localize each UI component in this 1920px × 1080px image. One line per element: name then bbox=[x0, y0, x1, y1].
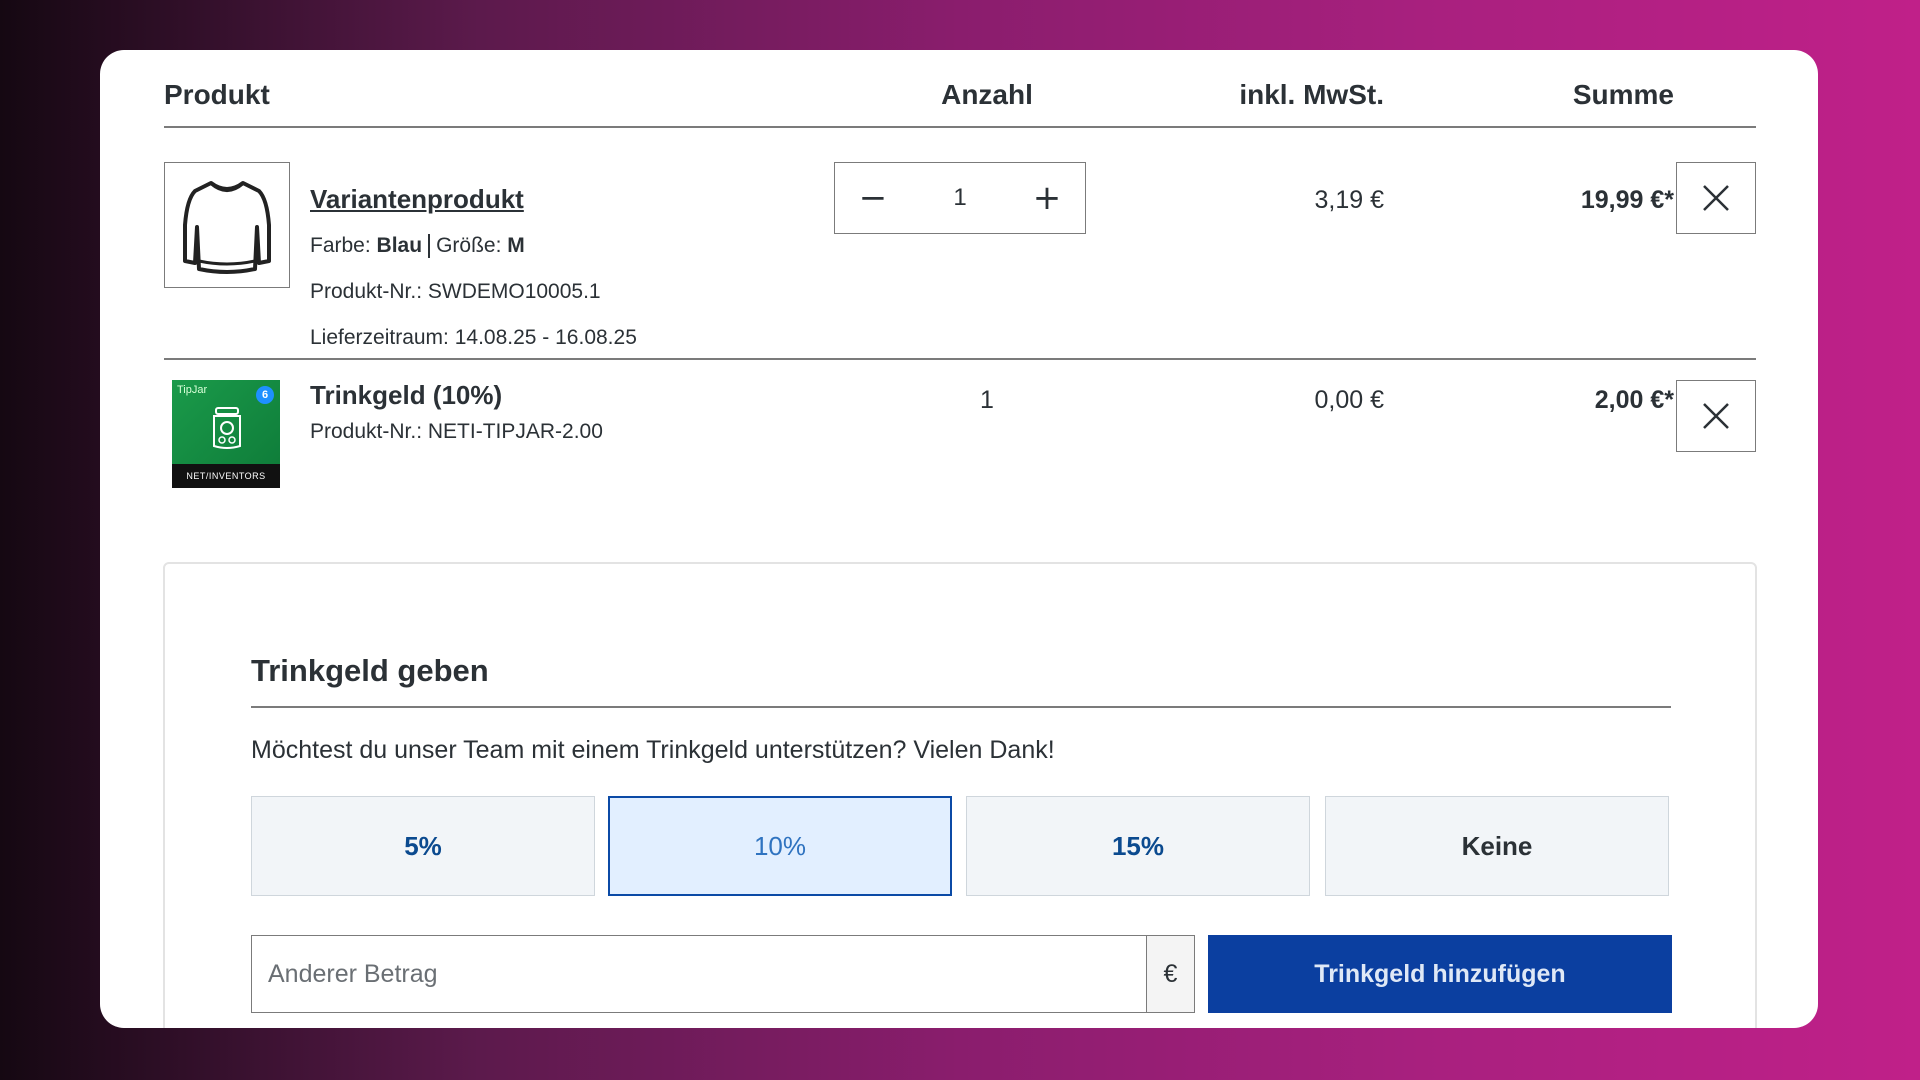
line-total: 19,99 €* bbox=[1580, 186, 1674, 214]
tip-option-none[interactable]: Keine bbox=[1325, 796, 1669, 896]
tip-jar-icon bbox=[213, 407, 241, 449]
product-number: Produkt-Nr.: NETI-TIPJAR-2.00 bbox=[310, 420, 603, 443]
thumb-label-top: TipJar bbox=[177, 384, 208, 396]
close-icon bbox=[1703, 403, 1729, 429]
quantity-value[interactable]: 1 bbox=[953, 184, 966, 212]
tip-panel: Trinkgeld geben Möchtest du unser Team m… bbox=[163, 562, 1757, 1028]
product-thumbnail[interactable] bbox=[164, 162, 290, 288]
tip-description: Möchtest du unser Team mit einem Trinkge… bbox=[251, 736, 1055, 764]
header-vat: inkl. MwSt. bbox=[1239, 79, 1384, 110]
table-header: Produkt Anzahl inkl. MwSt. Summe bbox=[164, 50, 1756, 128]
variant-divider bbox=[428, 234, 431, 259]
color-value: Blau bbox=[376, 234, 423, 257]
custom-amount-input[interactable] bbox=[252, 936, 1146, 1012]
decrease-quantity-button[interactable]: − bbox=[853, 178, 893, 218]
quantity-stepper: − 1 + bbox=[834, 162, 1086, 234]
product-number: Produkt-Nr.: SWDEMO10005.1 bbox=[310, 280, 601, 303]
delivery-period: Lieferzeitraum: 14.08.25 - 16.08.25 bbox=[310, 326, 637, 349]
remove-item-button[interactable] bbox=[1676, 162, 1756, 234]
thumb-badge: 6 bbox=[256, 386, 274, 404]
product-variant: Farbe: Blau Größe: M bbox=[310, 234, 525, 259]
product-name-link[interactable]: Variantenprodukt bbox=[310, 184, 524, 215]
currency-addon: € bbox=[1146, 936, 1194, 1012]
tip-option-5[interactable]: 5% bbox=[251, 796, 595, 896]
longsleeve-shirt-icon bbox=[183, 181, 271, 274]
cart-table: Produkt Anzahl inkl. MwSt. Summe Variant… bbox=[164, 50, 1756, 590]
color-label: Farbe: bbox=[310, 234, 371, 257]
remove-item-button[interactable] bbox=[1676, 380, 1756, 452]
tip-title: Trinkgeld geben bbox=[251, 653, 489, 688]
product-name: Trinkgeld (10%) bbox=[310, 380, 503, 410]
header-quantity: Anzahl bbox=[941, 79, 1033, 110]
line-total: 2,00 €* bbox=[1594, 386, 1674, 414]
thumb-label-bottom: NET/INVENTORS bbox=[172, 464, 280, 488]
header-total: Summe bbox=[1572, 79, 1674, 110]
size-value: M bbox=[507, 234, 525, 257]
line-vat: 0,00 € bbox=[1314, 386, 1384, 414]
increase-quantity-button[interactable]: + bbox=[1027, 178, 1067, 218]
cart-line-item: Variantenprodukt Farbe: Blau Größe: M Pro… bbox=[164, 128, 1756, 360]
line-vat: 3,19 € bbox=[1314, 186, 1384, 214]
cart-line-item: TipJar 6 NET/INVENTORS Trinkgeld (10%) P… bbox=[164, 360, 1756, 590]
tip-option-15[interactable]: 15% bbox=[966, 796, 1310, 896]
add-tip-button[interactable]: Trinkgeld hinzufügen bbox=[1208, 935, 1672, 1013]
custom-amount-group: € bbox=[251, 935, 1195, 1013]
header-product: Produkt bbox=[164, 79, 270, 110]
tipjar-thumbnail[interactable]: TipJar 6 NET/INVENTORS bbox=[172, 380, 280, 488]
tip-option-10[interactable]: 10% bbox=[608, 796, 952, 896]
close-icon bbox=[1703, 185, 1729, 211]
size-label: Größe: bbox=[436, 234, 502, 257]
quantity-value: 1 bbox=[980, 386, 994, 414]
cart-card: Produkt Anzahl inkl. MwSt. Summe Variant… bbox=[100, 50, 1818, 1028]
tip-divider bbox=[251, 706, 1671, 708]
